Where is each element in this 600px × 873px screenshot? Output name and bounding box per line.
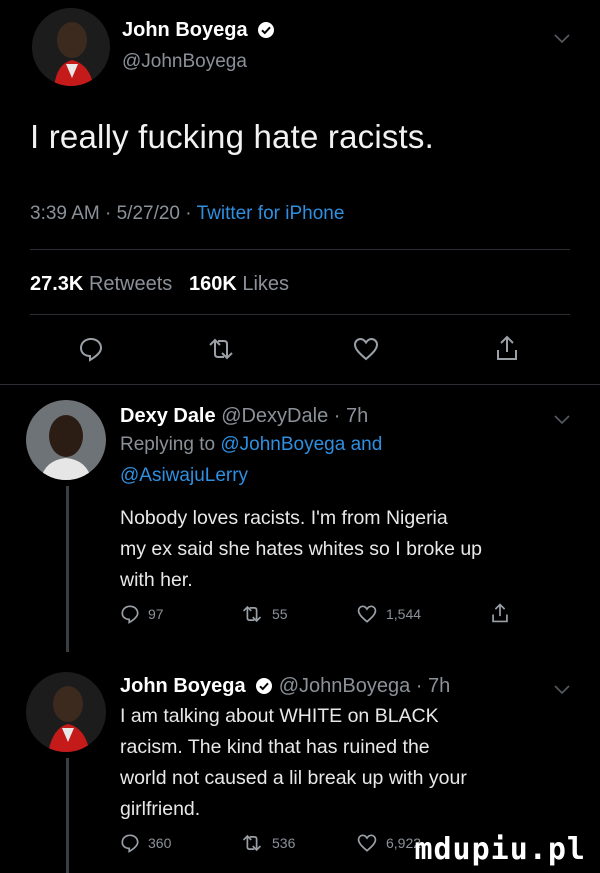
divider <box>0 384 600 385</box>
share-icon <box>497 335 517 360</box>
share-button[interactable] <box>490 602 510 624</box>
chevron-down-icon[interactable] <box>554 682 570 700</box>
likes-stat[interactable]: 160K Likes <box>189 273 289 295</box>
watermark: mdupiu.pl <box>414 832 586 867</box>
like-button[interactable]: 6,922 <box>356 833 421 853</box>
tweet-stats: 27.3K Retweets 160K Likes <box>30 273 289 296</box>
like-button[interactable] <box>352 336 380 362</box>
author-handle[interactable]: @JohnBoyega <box>279 675 411 697</box>
tweet-source-link[interactable]: Twitter for iPhone <box>197 203 345 224</box>
retweet-button[interactable]: 55 <box>240 604 288 624</box>
reply-header: John Boyega @JohnBoyega · 7h <box>120 675 450 701</box>
mention-link[interactable]: @AsiwajuLerry <box>120 465 248 486</box>
share-icon <box>492 603 508 623</box>
verified-icon <box>255 677 273 701</box>
heart-icon <box>357 834 377 852</box>
retweet-icon <box>242 834 262 852</box>
tweet-text: I really fucking hate racists. <box>30 118 434 155</box>
divider <box>30 314 570 315</box>
share-button[interactable] <box>494 334 520 362</box>
retweet-icon <box>242 605 262 623</box>
retweet-button[interactable] <box>206 336 236 362</box>
heart-icon <box>353 337 379 361</box>
retweet-icon <box>209 338 233 360</box>
reply-actions: 97 55 1,544 <box>0 602 600 634</box>
retweet-button[interactable]: 536 <box>240 833 295 853</box>
reply-icon <box>121 834 139 853</box>
replying-to: Replying to @JohnBoyega and @AsiwajuLerr… <box>120 434 383 486</box>
avatar[interactable] <box>26 672 106 752</box>
author-name[interactable]: John Boyega <box>122 19 275 45</box>
reply-button[interactable]: 360 <box>120 833 171 853</box>
reply-text: Nobody loves racists. I'm from Nigeria m… <box>120 507 483 591</box>
reply-button[interactable] <box>78 336 104 362</box>
author-handle[interactable]: @JohnBoyega <box>122 51 247 73</box>
author-handle[interactable]: @DexyDale <box>221 405 328 427</box>
reply-text: I am talking about WHITE on BLACK racism… <box>120 705 467 820</box>
reply-icon <box>79 337 103 362</box>
reply-button[interactable]: 97 <box>120 604 164 624</box>
avatar[interactable] <box>32 8 110 86</box>
chevron-down-icon[interactable] <box>554 412 570 430</box>
author-name[interactable]: Dexy Dale <box>120 405 216 427</box>
like-button[interactable]: 1,544 <box>356 604 421 624</box>
divider <box>30 249 570 250</box>
reply-icon <box>121 605 139 624</box>
tweet-actions <box>0 334 600 374</box>
reply-header: Dexy Dale @DexyDale · 7h <box>120 405 369 427</box>
chevron-down-icon[interactable] <box>554 31 570 49</box>
retweets-stat[interactable]: 27.3K Retweets <box>30 273 172 295</box>
author-name[interactable]: John Boyega <box>120 675 246 697</box>
heart-icon <box>357 605 377 623</box>
verified-icon <box>257 21 275 45</box>
avatar[interactable] <box>26 400 106 480</box>
mention-link[interactable]: @JohnBoyega <box>220 434 345 455</box>
tweet-meta: 3:39 AM · 5/27/20 · Twitter for iPhone <box>30 203 345 224</box>
